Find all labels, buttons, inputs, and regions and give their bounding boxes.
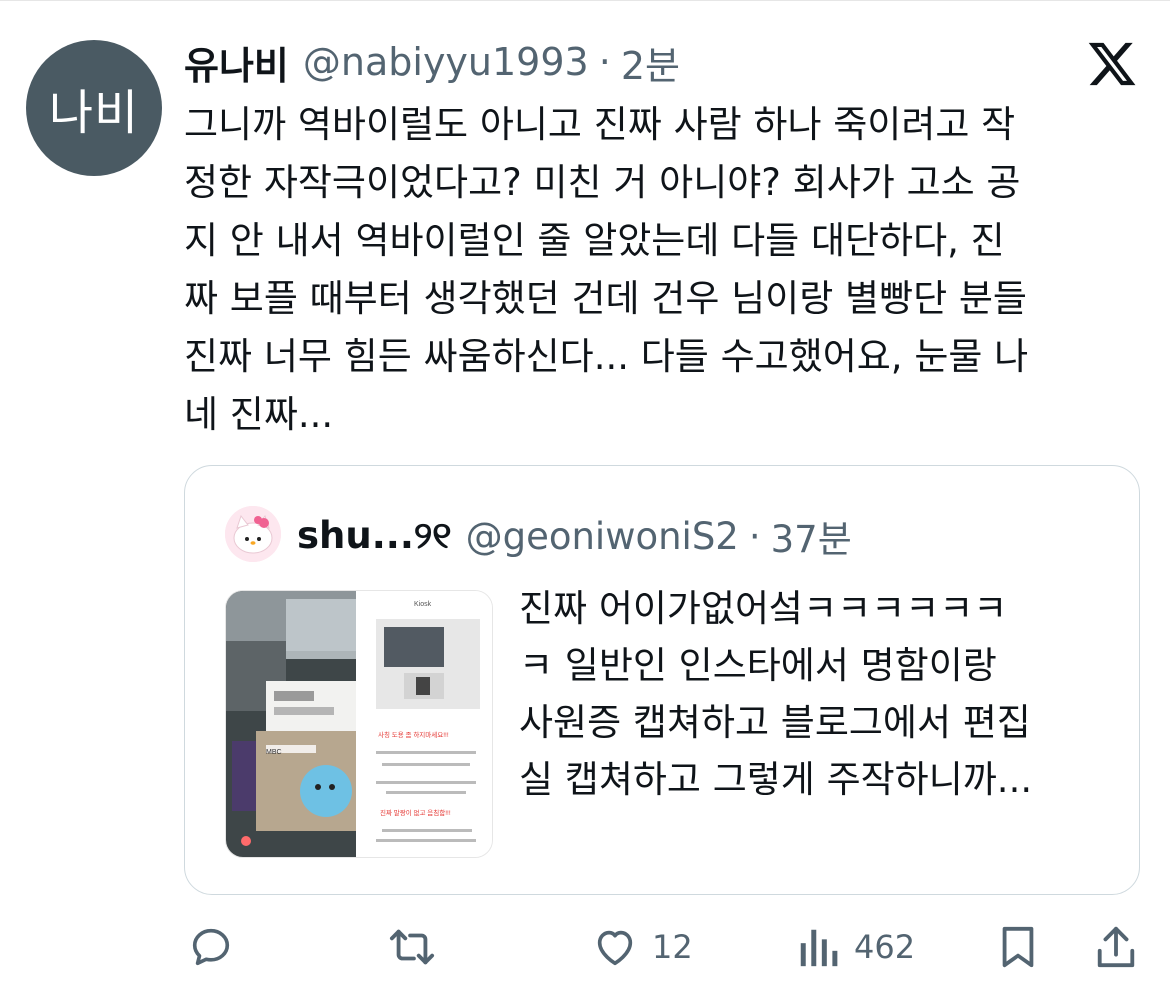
author-name[interactable]: 유나비: [184, 35, 289, 90]
retweet-icon: [389, 929, 435, 965]
views-button[interactable]: 462: [796, 912, 915, 982]
quoted-avatar[interactable]: [225, 506, 281, 562]
hello-kitty-avatar-icon: [225, 506, 281, 562]
views-count: 462: [854, 928, 916, 966]
views-chart-icon: [800, 929, 838, 967]
tweet-time[interactable]: 2분: [621, 35, 680, 90]
quoted-header: shu...୨୧ @geoniwoniS2 · 37분: [297, 510, 852, 562]
phone-red-title: 사칭 도용 좀 하지마세요!!!: [378, 730, 449, 739]
bookmark-button[interactable]: [998, 912, 1038, 982]
quoted-tweet[interactable]: shu...୨୧ @geoniwoniS2 · 37분 MBC Kiosk 사칭…: [184, 465, 1140, 895]
separator-dot: ·: [598, 40, 611, 84]
phone-red-sub: 진짜 말짱이 없고 음침함!!!: [380, 808, 451, 817]
card-brand-text: MBC: [266, 749, 282, 756]
reply-icon: [192, 928, 230, 966]
action-bar: 12 462: [0, 912, 1170, 982]
author-avatar[interactable]: 나비: [26, 40, 162, 176]
tweet-text: 그니까 역바이럴도 아니고 진짜 사람 하나 죽이려고 작 정한 자작극이었다고…: [184, 103, 1029, 436]
heart-icon: [597, 930, 633, 966]
x-logo-icon: [1086, 38, 1138, 90]
bookmark-icon: [1002, 926, 1034, 968]
like-count: 12: [652, 928, 693, 966]
reply-button[interactable]: [188, 912, 248, 982]
author-handle[interactable]: @nabiyyu1993: [303, 40, 589, 84]
quoted-time[interactable]: 37분: [771, 509, 852, 563]
like-button[interactable]: 12: [592, 912, 693, 982]
retweet-button[interactable]: [386, 912, 452, 982]
share-icon: [1097, 926, 1135, 968]
quoted-author-handle[interactable]: @geoniwoniS2: [466, 515, 739, 558]
quoted-tweet-text: 진짜 어이가없어섴ㅋㅋㅋㅋㅋㅋ ㅋ 일반인 인스타에서 명함이랑 사원증 캡쳐하…: [519, 587, 1033, 801]
phone-header-text: Kiosk: [414, 601, 432, 608]
tweet-header: 유나비 @nabiyyu1993 · 2분: [184, 38, 680, 88]
share-button[interactable]: [1094, 912, 1138, 982]
quoted-author-name[interactable]: shu...୨୧: [297, 514, 452, 558]
top-divider: [0, 0, 1170, 1]
quoted-image-thumbnail[interactable]: MBC Kiosk 사칭 도용 좀 하지마세요!!! 진짜 말짱이 없고 음침함…: [225, 590, 493, 858]
quoted-separator-dot: ·: [748, 514, 761, 558]
avatar-text: 나비: [48, 85, 140, 141]
